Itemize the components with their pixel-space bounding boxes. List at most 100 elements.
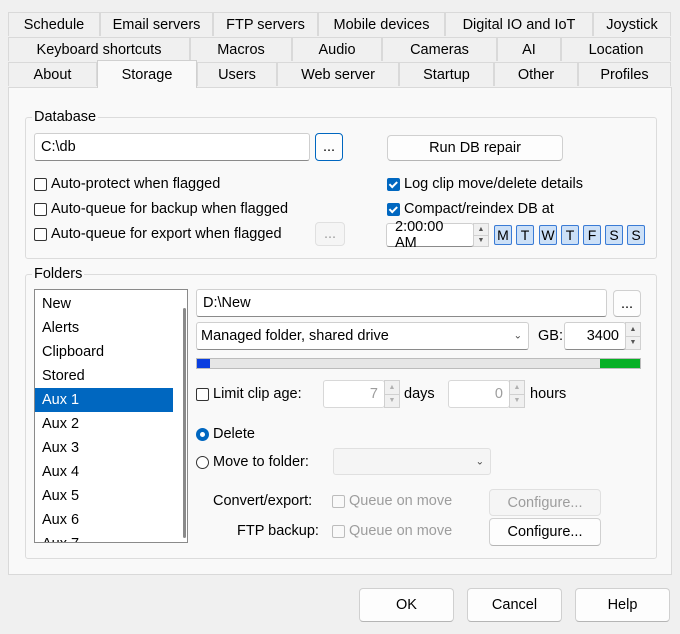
list-item[interactable]: Aux 6 — [35, 508, 187, 532]
tab-web-server[interactable]: Web server — [277, 62, 399, 86]
tab-email-servers[interactable]: Email servers — [100, 12, 213, 36]
spin-up-icon[interactable]: ▲ — [474, 224, 488, 235]
compact-time-input[interactable]: 2:00:00 AM — [386, 219, 474, 251]
folders-group-label: Folders — [32, 266, 85, 282]
auto-queue-export-checkbox[interactable]: Auto-queue for export when flagged — [34, 226, 282, 242]
auto-queue-export-label: Auto-queue for export when flagged — [51, 226, 282, 242]
auto-protect-checkbox[interactable]: Auto-protect when flagged — [34, 176, 220, 192]
tab-about[interactable]: About — [8, 62, 97, 86]
tab-users[interactable]: Users — [197, 62, 277, 86]
radio-dot — [196, 427, 209, 441]
auto-queue-backup-checkbox[interactable]: Auto-queue for backup when flagged — [34, 201, 288, 217]
limit-clip-age-label: Limit clip age: — [213, 386, 302, 402]
ftp-queue-label: Queue on move — [349, 523, 453, 539]
tab-startup[interactable]: Startup — [399, 62, 494, 86]
list-item-selected[interactable]: Aux 1 — [35, 388, 173, 412]
age-days-spinner[interactable]: ▲ ▼ — [384, 380, 400, 408]
tab-schedule[interactable]: Schedule — [8, 12, 100, 36]
radio-dot — [196, 455, 209, 469]
help-button[interactable]: Help — [575, 588, 670, 622]
folders-list[interactable]: New Alerts Clipboard Stored Aux 1 Aux 2 … — [34, 289, 188, 543]
spin-down-icon[interactable]: ▼ — [626, 335, 640, 350]
convert-queue-label: Queue on move — [349, 493, 453, 509]
age-days-input[interactable]: 7 — [323, 380, 385, 408]
ftp-backup-label: FTP backup: — [237, 523, 319, 539]
age-hours-input[interactable]: 0 — [448, 380, 510, 408]
ftp-queue-checkbox[interactable]: Queue on move — [332, 523, 452, 539]
ftp-configure-button[interactable]: Configure... — [489, 518, 601, 546]
spin-up-icon[interactable]: ▲ — [626, 323, 640, 336]
spin-down-icon[interactable]: ▼ — [510, 393, 524, 408]
list-item[interactable]: Aux 4 — [35, 460, 187, 484]
convert-configure-button[interactable]: Configure... — [489, 489, 601, 516]
convert-queue-checkbox[interactable]: Queue on move — [332, 493, 452, 509]
tab-keyboard-shortcuts[interactable]: Keyboard shortcuts — [8, 37, 190, 61]
folder-type-select[interactable]: Managed folder, shared drive ⌄ — [196, 322, 529, 350]
day-toggle-monday[interactable]: M — [494, 225, 512, 245]
delete-radio[interactable]: Delete — [196, 426, 255, 442]
checkbox-box — [387, 202, 400, 216]
day-toggle-tuesday[interactable]: T — [516, 225, 534, 245]
age-hours-spinner[interactable]: ▲ ▼ — [509, 380, 525, 408]
gb-spinner[interactable]: ▲ ▼ — [625, 322, 641, 350]
ok-button[interactable]: OK — [359, 588, 454, 622]
move-to-folder-radio[interactable]: Move to folder: — [196, 454, 309, 470]
disk-usage-free — [600, 359, 640, 368]
chevron-down-icon: ⌄ — [513, 330, 522, 342]
day-toggle-wednesday[interactable]: W — [539, 225, 557, 245]
list-item[interactable]: Alerts — [35, 316, 187, 340]
list-item[interactable]: Aux 7 — [35, 532, 187, 542]
auto-protect-label: Auto-protect when flagged — [51, 176, 221, 192]
spin-up-icon[interactable]: ▲ — [510, 381, 524, 394]
tab-digital-io[interactable]: Digital IO and IoT — [445, 12, 593, 36]
spin-up-icon[interactable]: ▲ — [385, 381, 399, 394]
cancel-button[interactable]: Cancel — [467, 588, 562, 622]
limit-clip-age-checkbox[interactable]: Limit clip age: — [196, 386, 302, 402]
tab-mobile-devices[interactable]: Mobile devices — [318, 12, 445, 36]
folder-browse-button[interactable]: ... — [613, 290, 641, 317]
list-item[interactable]: New — [35, 292, 187, 316]
tab-joystick[interactable]: Joystick — [593, 12, 671, 36]
database-group-label: Database — [32, 109, 99, 125]
log-clip-label: Log clip move/delete details — [404, 176, 583, 192]
compact-time-spinner[interactable]: ▲ ▼ — [473, 223, 489, 247]
database-browse-button[interactable]: ... — [315, 133, 343, 161]
tab-profiles[interactable]: Profiles — [578, 62, 671, 86]
list-item[interactable]: Clipboard — [35, 340, 187, 364]
gb-input[interactable]: 3400 — [564, 322, 626, 350]
log-clip-checkbox[interactable]: Log clip move/delete details — [387, 176, 583, 192]
hours-label: hours — [530, 386, 567, 402]
spin-down-icon[interactable]: ▼ — [474, 234, 488, 247]
export-browse-button[interactable]: ... — [315, 222, 345, 246]
folder-type-value: Managed folder, shared drive — [201, 328, 389, 344]
tab-other[interactable]: Other — [494, 62, 578, 86]
folder-path-input[interactable]: D:\New — [196, 289, 607, 317]
gb-label: GB: — [538, 328, 563, 344]
tab-storage[interactable]: Storage — [97, 60, 197, 88]
compact-reindex-label: Compact/reindex DB at — [404, 201, 554, 217]
checkbox-box — [332, 524, 345, 538]
day-toggle-saturday[interactable]: S — [605, 225, 623, 245]
day-toggle-thursday[interactable]: T — [561, 225, 579, 245]
folders-list-scrollbar[interactable] — [183, 308, 186, 538]
database-path-input[interactable]: C:\db — [34, 133, 310, 161]
list-item[interactable]: Aux 5 — [35, 484, 187, 508]
tab-location[interactable]: Location — [561, 37, 671, 61]
spin-down-icon[interactable]: ▼ — [385, 393, 399, 408]
day-toggle-friday[interactable]: F — [583, 225, 601, 245]
run-db-repair-button[interactable]: Run DB repair — [387, 135, 563, 161]
day-toggle-sunday[interactable]: S — [627, 225, 645, 245]
tab-audio[interactable]: Audio — [292, 37, 382, 61]
tab-cameras[interactable]: Cameras — [382, 37, 497, 61]
move-folder-select[interactable]: ⌄ — [333, 448, 491, 475]
auto-queue-backup-label: Auto-queue for backup when flagged — [51, 201, 289, 217]
tab-macros[interactable]: Macros — [190, 37, 292, 61]
checkbox-box — [196, 387, 209, 401]
compact-reindex-checkbox[interactable]: Compact/reindex DB at — [387, 201, 554, 217]
move-to-folder-label: Move to folder: — [213, 454, 309, 470]
list-item[interactable]: Aux 3 — [35, 436, 187, 460]
list-item[interactable]: Stored — [35, 364, 187, 388]
tab-ai[interactable]: AI — [497, 37, 561, 61]
tab-ftp-servers[interactable]: FTP servers — [213, 12, 318, 36]
list-item[interactable]: Aux 2 — [35, 412, 187, 436]
